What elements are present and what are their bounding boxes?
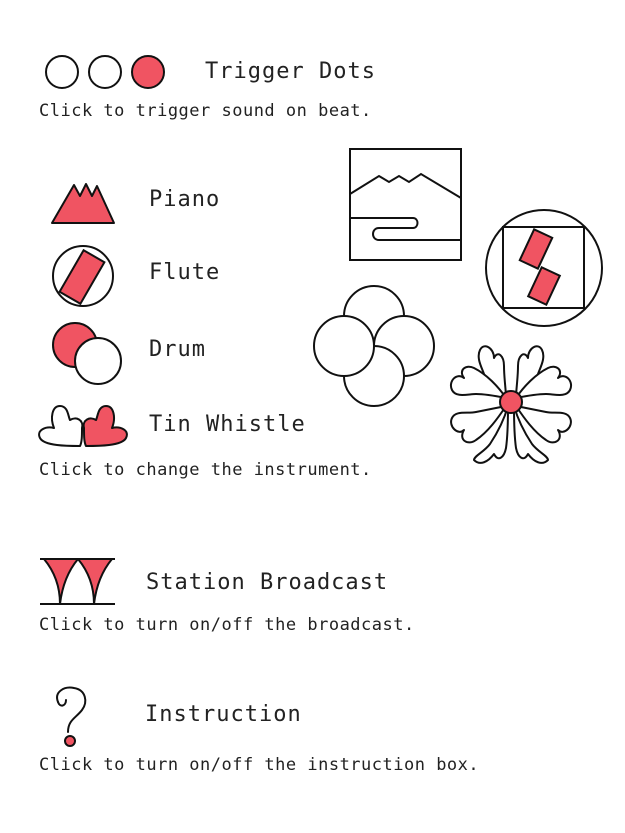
instrument-label-piano: Piano [149,187,221,212]
four-circles-icon [313,285,435,407]
instruction-description: Click to turn on/off the instruction box… [39,755,480,775]
instrument-description: Click to change the instrument. [39,460,372,480]
trigger-dot-empty-icon[interactable] [45,55,79,89]
petal-icon[interactable] [36,402,130,450]
broadcast-description: Click to turn on/off the broadcast. [39,615,415,635]
broadcast-label: Station Broadcast [146,570,389,595]
instruction-label: Instruction [145,702,302,727]
question-mark-icon[interactable] [50,686,94,748]
circle-rectangle-icon[interactable] [51,244,115,308]
square-circle-icon [485,209,603,327]
trigger-dot-filled-icon[interactable] [131,55,165,89]
trigger-dots[interactable] [44,54,168,90]
flower-icon [450,345,572,464]
instrument-label-flute: Flute [149,260,221,285]
trigger-dot-empty-icon[interactable] [88,55,122,89]
landscape-icon [349,148,462,261]
broadcast-icon[interactable] [40,557,116,607]
trigger-dots-label: Trigger Dots [205,59,376,84]
overlapping-circles-icon[interactable] [51,321,125,387]
mountain-icon[interactable] [50,180,116,226]
instrument-label-tin-whistle: Tin Whistle [149,412,306,437]
trigger-dots-description: Click to trigger sound on beat. [39,101,372,121]
instrument-label-drum: Drum [149,337,206,362]
